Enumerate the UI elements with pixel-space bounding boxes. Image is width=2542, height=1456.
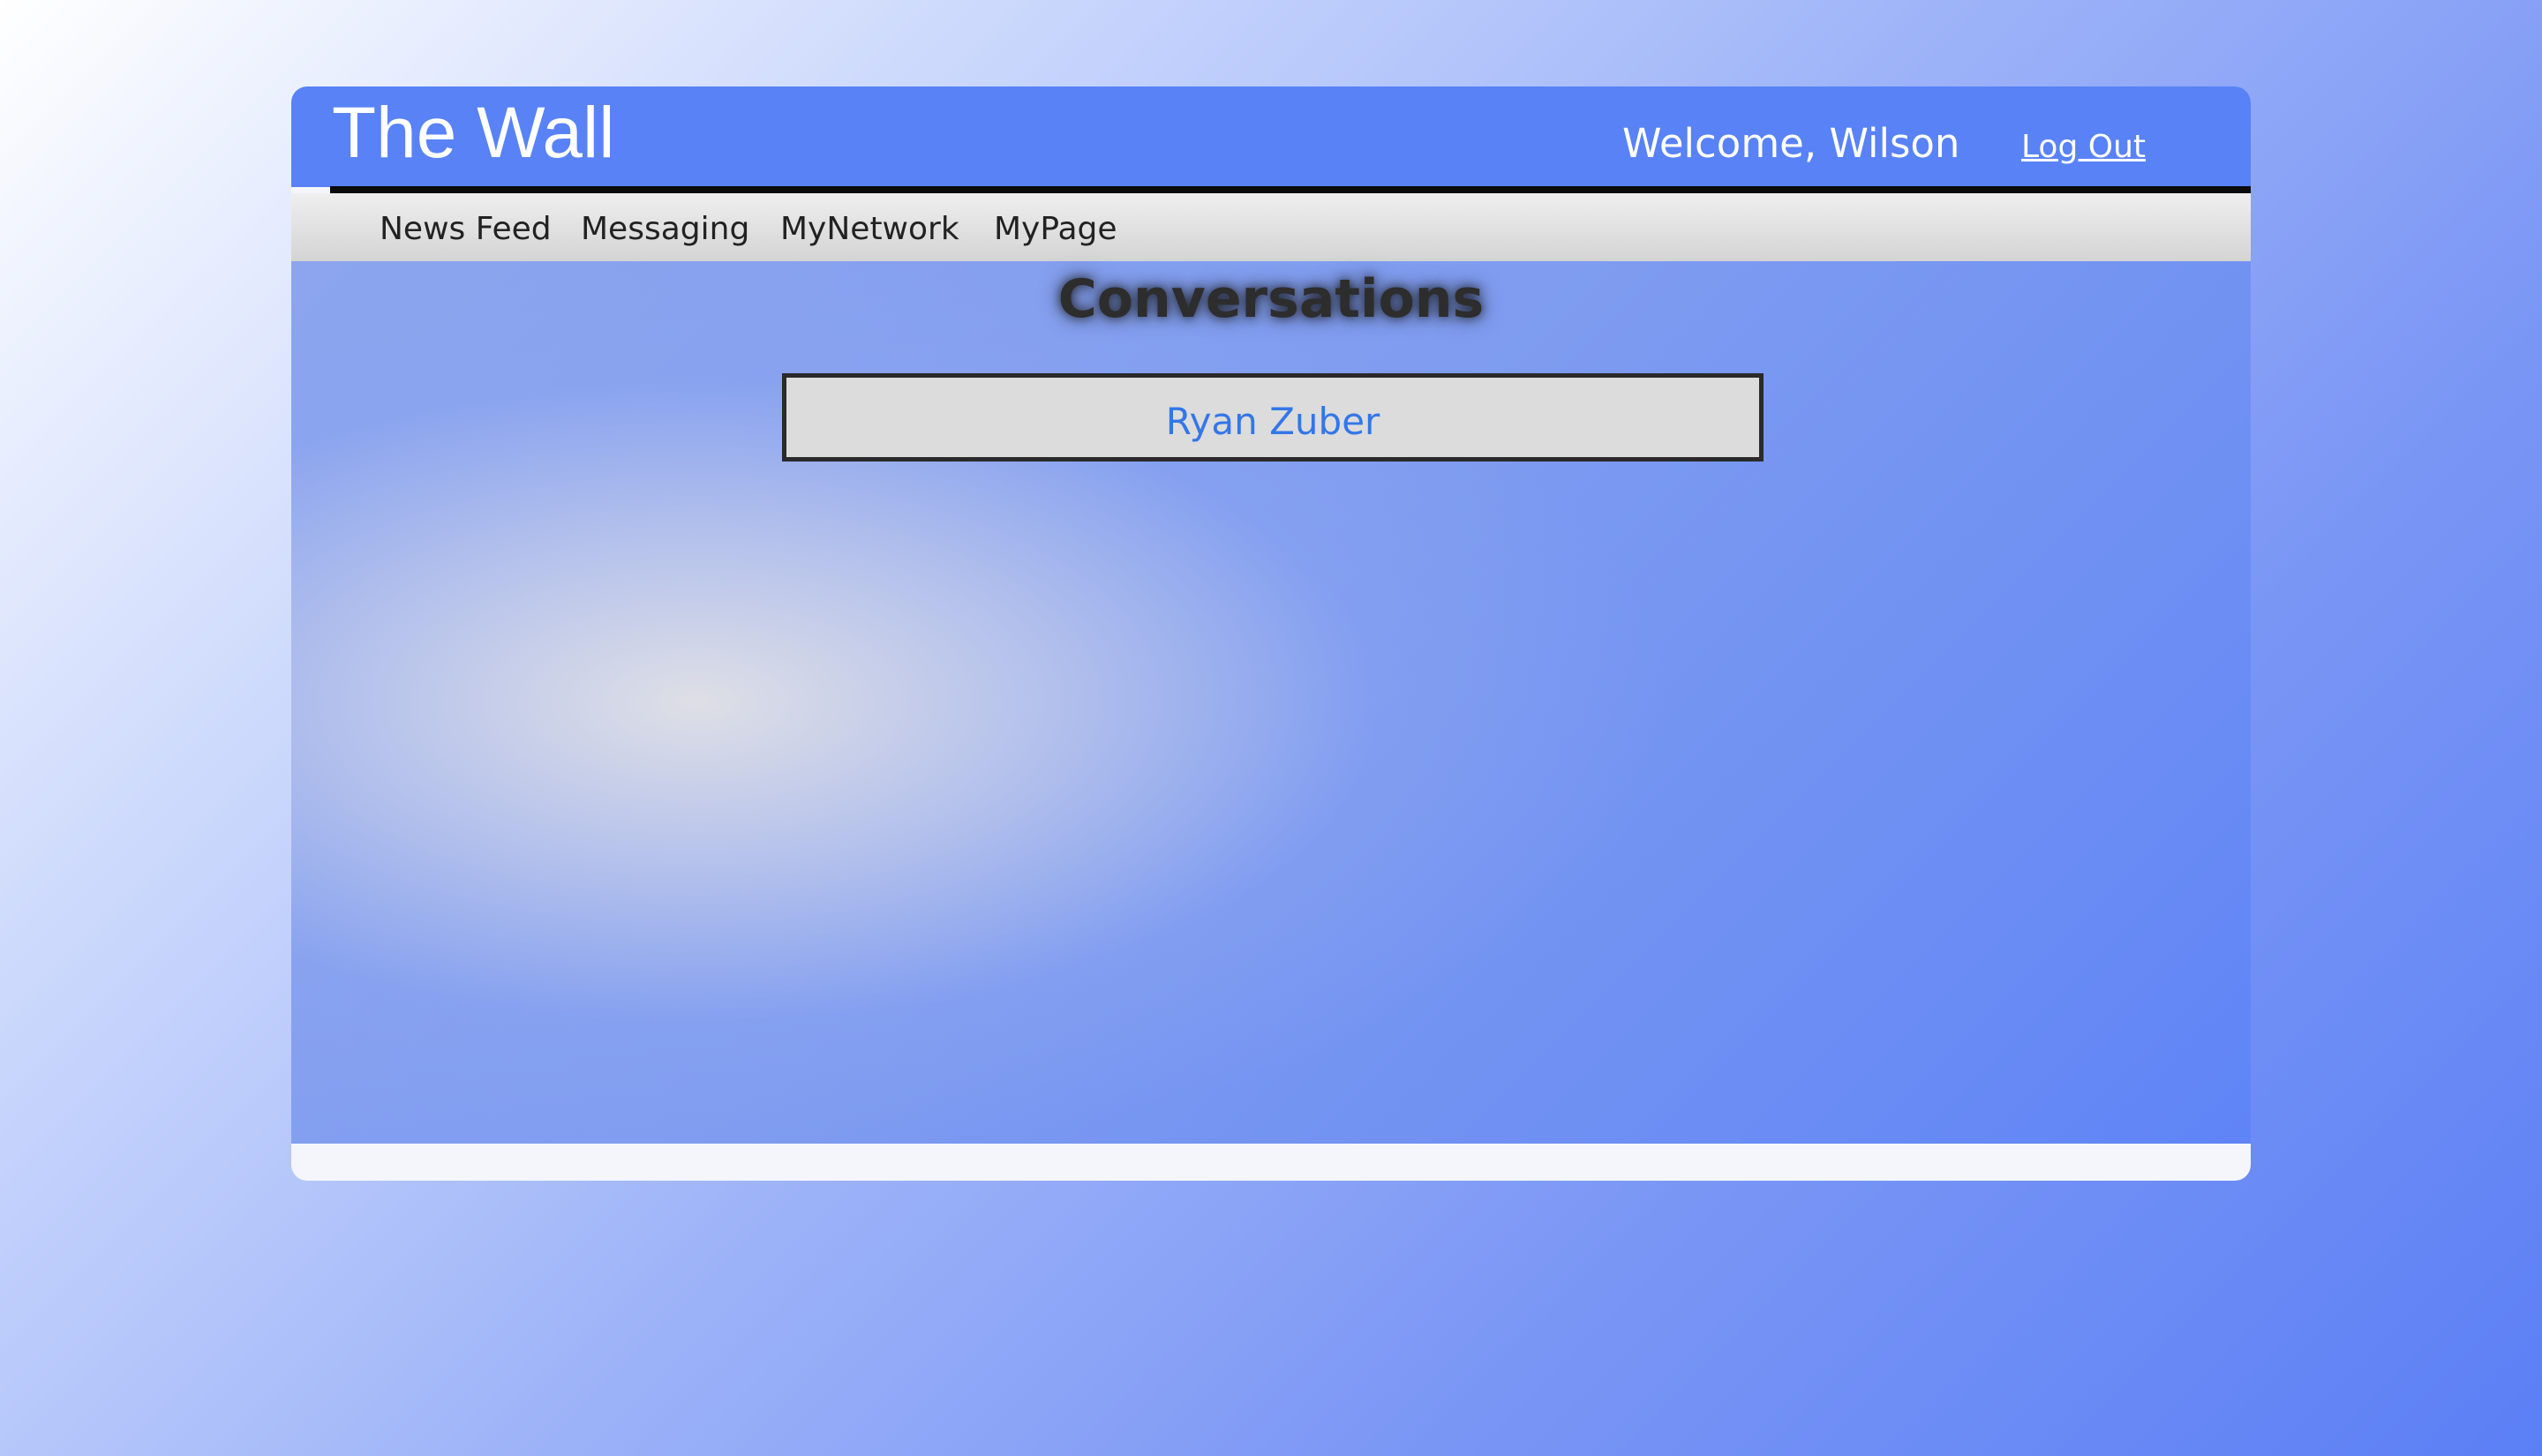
nav-item-mynetwork[interactable]: MyNetwork: [780, 211, 959, 247]
welcome-message: Welcome, Wilson: [1622, 120, 1960, 167]
nav-item-news-feed[interactable]: News Feed: [380, 211, 552, 247]
header-divider: [330, 186, 2251, 193]
site-title: The Wall: [332, 93, 615, 173]
logout-link[interactable]: Log Out: [2021, 129, 2146, 165]
nav-item-messaging[interactable]: Messaging: [581, 211, 749, 247]
page-background: { "header": { "brand": "The Wall", "welc…: [0, 0, 2542, 1456]
page-title: Conversations: [1057, 268, 1485, 330]
conversation-item[interactable]: Ryan Zuber: [782, 373, 1764, 462]
site-header: The Wall Welcome, Wilson Log Out: [291, 86, 2251, 187]
nav-bar: News Feed Messaging MyNetwork MyPage: [291, 193, 2251, 261]
conversation-name-link[interactable]: Ryan Zuber: [1166, 400, 1380, 443]
nav-item-mypage[interactable]: MyPage: [994, 211, 1117, 247]
main-content: Conversations Ryan Zuber: [291, 261, 2251, 1144]
app-window: The Wall Welcome, Wilson Log Out News Fe…: [291, 86, 2251, 1181]
